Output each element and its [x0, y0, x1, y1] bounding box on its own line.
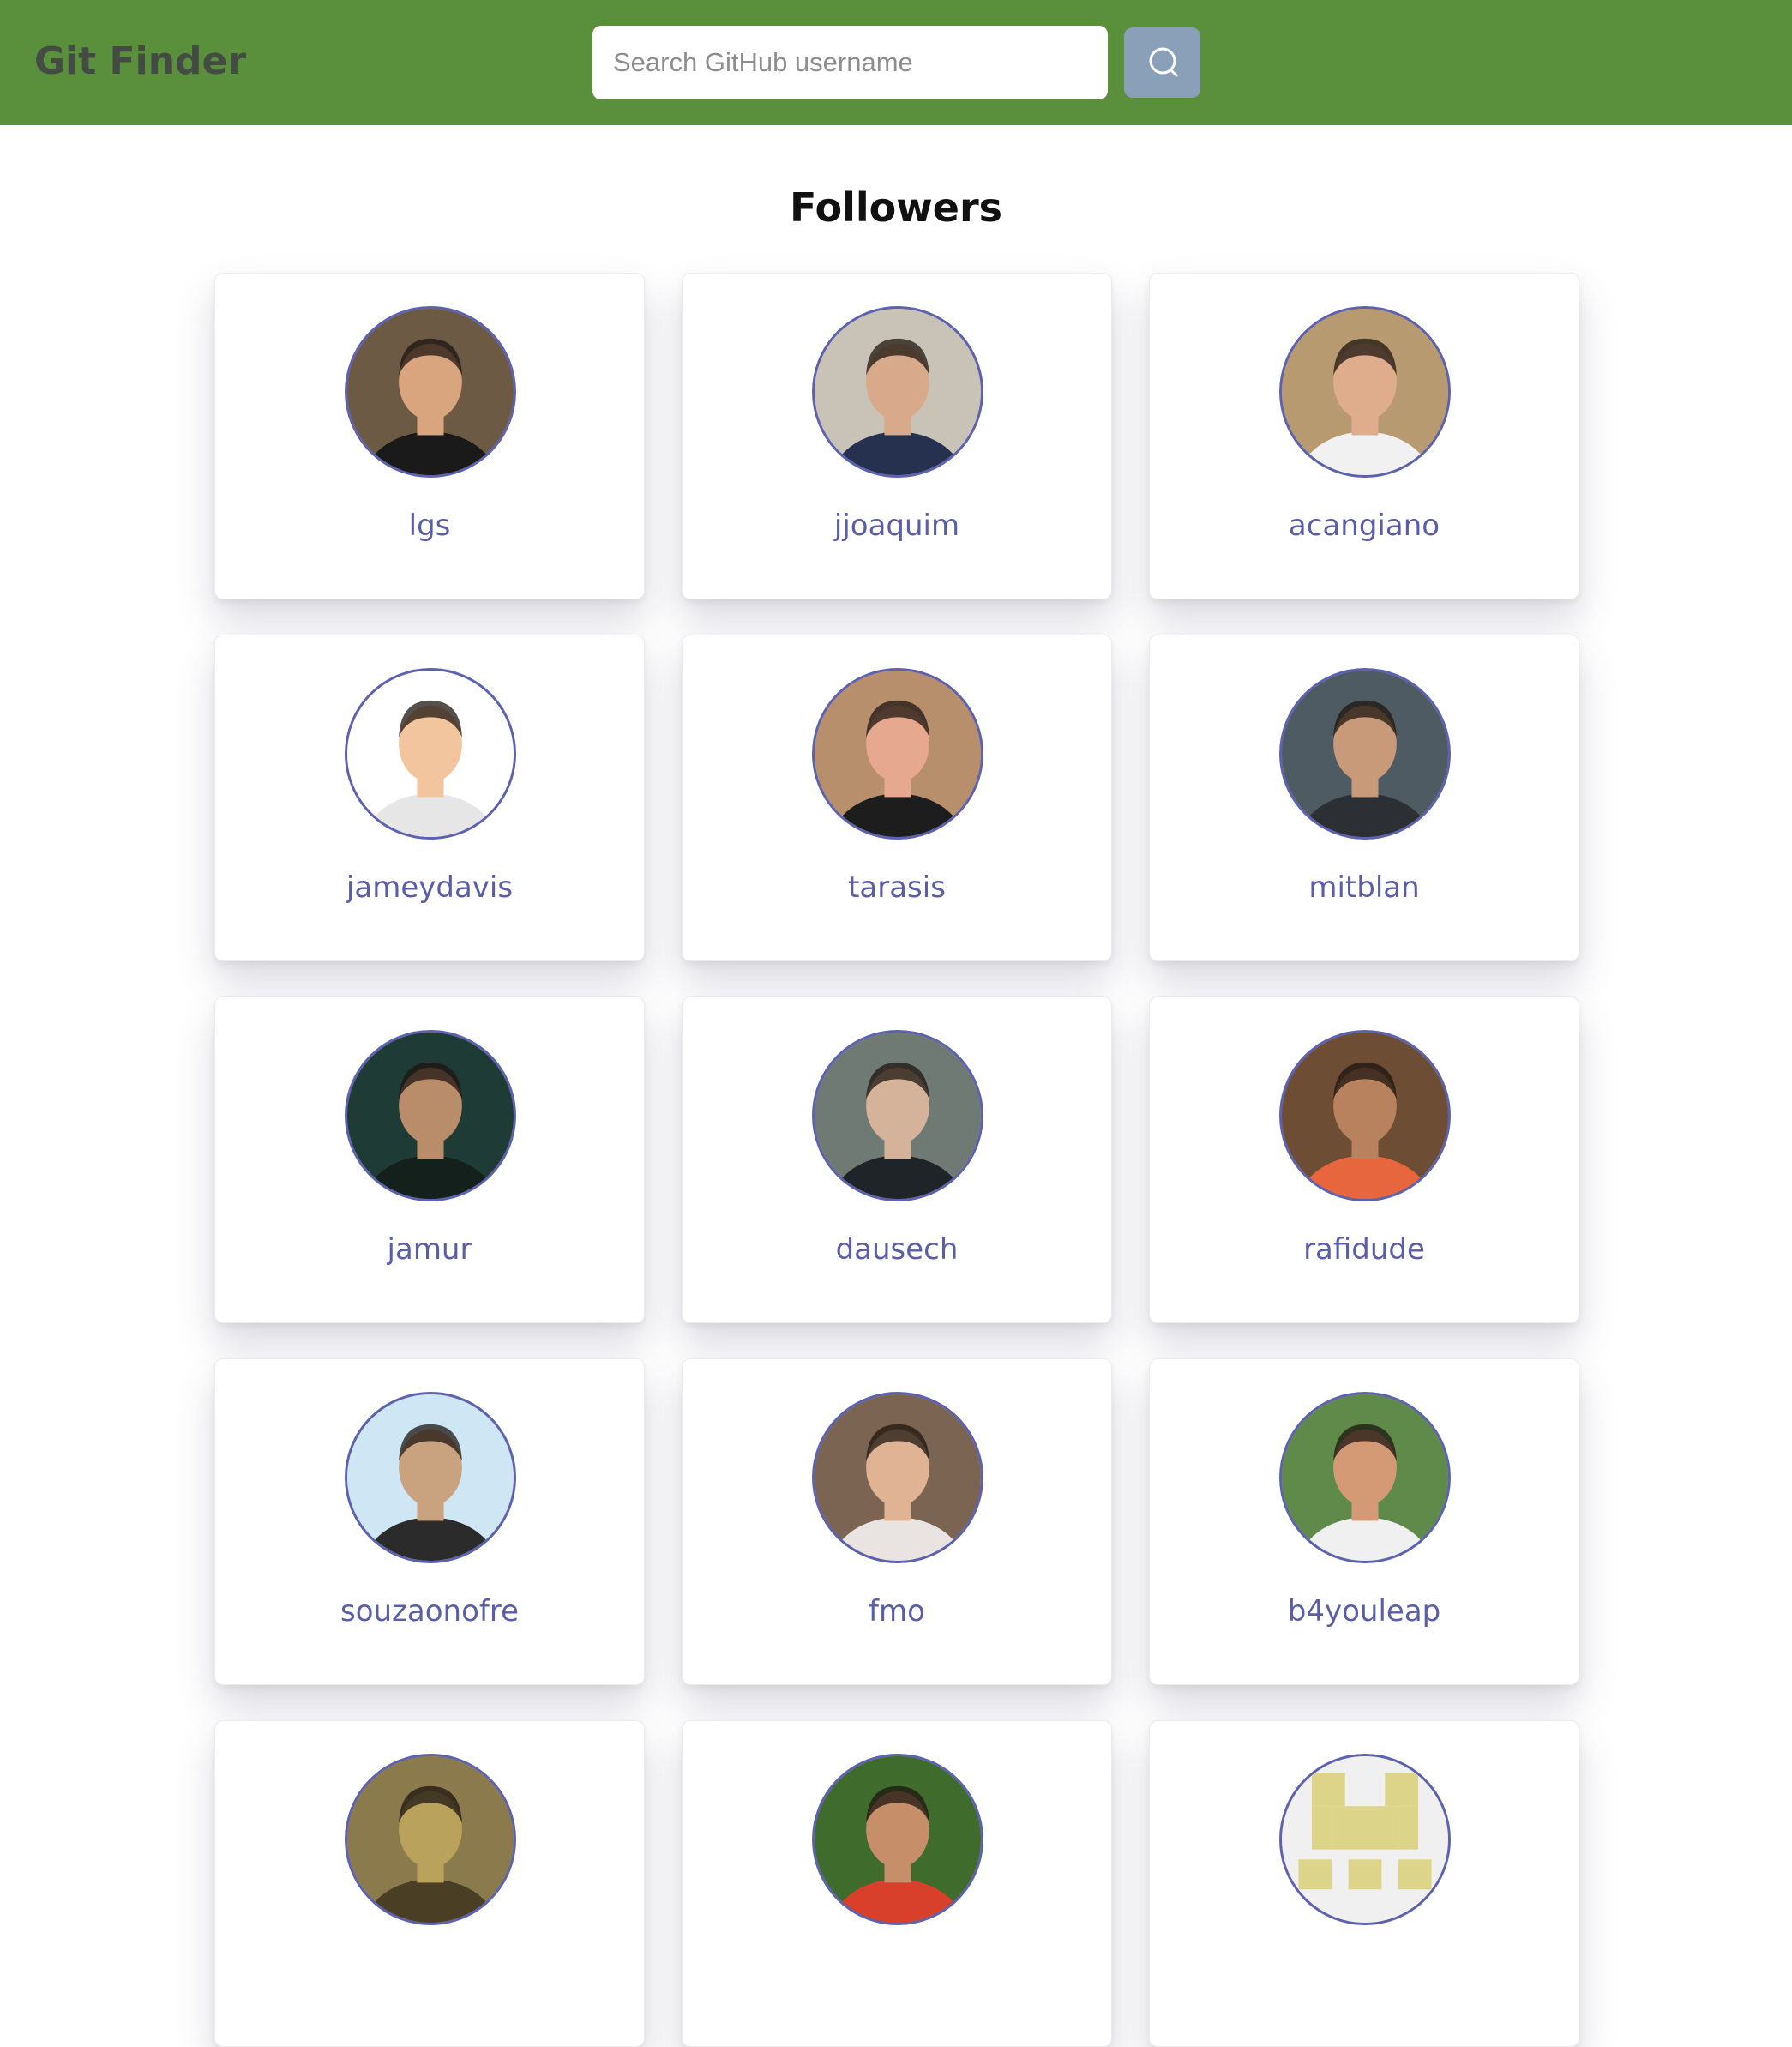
follower-card[interactable] [1149, 1720, 1579, 2047]
follower-card[interactable]: b4youleap [1149, 1358, 1579, 1685]
app-title[interactable]: Git Finder [34, 38, 246, 86]
avatar-image [1282, 309, 1448, 475]
avatar-image [347, 309, 514, 475]
follower-username[interactable]: tarasis [683, 869, 1111, 906]
follower-username[interactable]: jamur [215, 1231, 644, 1268]
navbar: Git Finder [0, 0, 1792, 125]
follower-username[interactable]: jameydavis [215, 869, 644, 906]
follower-avatar[interactable] [1279, 1030, 1451, 1201]
follower-avatar[interactable] [1279, 1754, 1451, 1925]
avatar-image [815, 1033, 981, 1199]
avatar-image [815, 671, 981, 837]
avatar-image [347, 1756, 514, 1923]
avatar-image [815, 1756, 981, 1923]
avatar-image [815, 309, 981, 475]
avatar-image [1282, 1033, 1448, 1199]
follower-username[interactable]: mitblan [1150, 869, 1579, 906]
follower-username[interactable]: lgs [215, 507, 644, 545]
follower-card[interactable]: acangiano [1149, 273, 1579, 599]
follower-card[interactable]: jameydavis [214, 635, 645, 961]
follower-avatar[interactable] [812, 1392, 983, 1563]
follower-card[interactable]: fmo [682, 1358, 1112, 1685]
follower-username[interactable]: b4youleap [1150, 1592, 1579, 1630]
follower-card[interactable]: mitblan [1149, 635, 1579, 961]
followers-grid: lgs jjoaquim acangiano jameydavis tarasis mit… [214, 273, 1579, 2047]
follower-username[interactable]: fmo [683, 1592, 1111, 1630]
follower-card[interactable]: souzaonofre [214, 1358, 645, 1685]
avatar-image [1282, 1394, 1448, 1561]
follower-avatar[interactable] [812, 306, 983, 478]
search-input[interactable] [592, 26, 1108, 99]
follower-username[interactable]: souzaonofre [215, 1592, 644, 1630]
page-title: Followers [789, 184, 1003, 231]
follower-card[interactable]: jjoaquim [682, 273, 1112, 599]
follower-avatar[interactable] [1279, 668, 1451, 840]
avatar-image [347, 1394, 514, 1561]
follower-card[interactable]: lgs [214, 273, 645, 599]
follower-username[interactable]: dausech [683, 1231, 1111, 1268]
follower-avatar[interactable] [812, 1754, 983, 1925]
follower-avatar[interactable] [812, 668, 983, 840]
follower-avatar[interactable] [1279, 1392, 1451, 1563]
follower-card[interactable]: dausech [682, 996, 1112, 1323]
follower-username[interactable]: jjoaquim [683, 507, 1111, 545]
follower-avatar[interactable] [345, 668, 516, 840]
follower-avatar[interactable] [345, 1754, 516, 1925]
avatar-image [347, 1033, 514, 1199]
follower-avatar[interactable] [1279, 306, 1451, 478]
follower-card[interactable]: rafidude [1149, 996, 1579, 1323]
follower-avatar[interactable] [345, 306, 516, 478]
follower-card[interactable]: jamur [214, 996, 645, 1323]
avatar-image [1282, 1756, 1448, 1923]
avatar-image [347, 671, 514, 837]
follower-avatar[interactable] [812, 1030, 983, 1201]
follower-card[interactable] [682, 1720, 1112, 2047]
search-icon [1149, 47, 1177, 77]
avatar-image [815, 1394, 981, 1561]
follower-avatar[interactable] [345, 1030, 516, 1201]
follower-card[interactable]: tarasis [682, 635, 1112, 961]
follower-username[interactable]: rafidude [1150, 1231, 1579, 1268]
follower-card[interactable] [214, 1720, 645, 2047]
follower-avatar[interactable] [345, 1392, 516, 1563]
search-button[interactable] [1124, 27, 1200, 98]
follower-username[interactable]: acangiano [1150, 507, 1579, 545]
avatar-image [1282, 671, 1448, 837]
